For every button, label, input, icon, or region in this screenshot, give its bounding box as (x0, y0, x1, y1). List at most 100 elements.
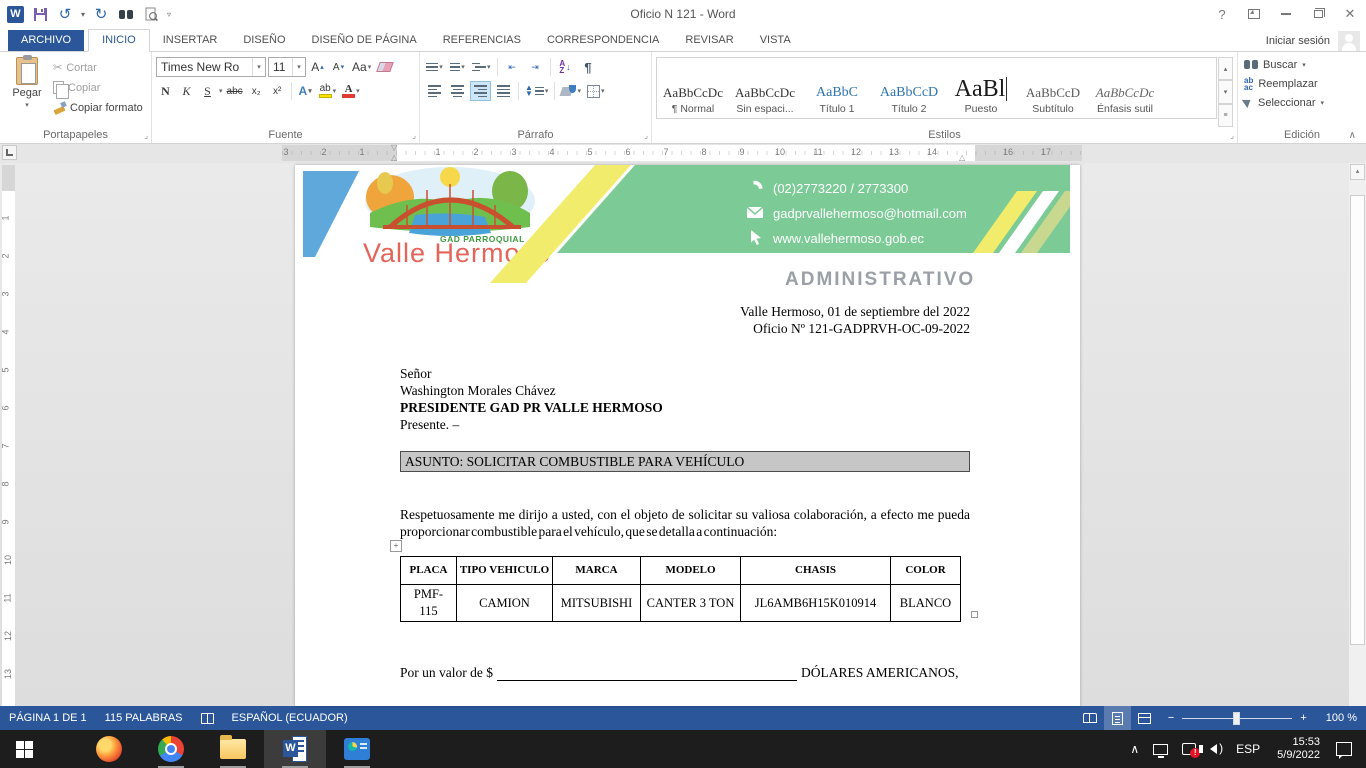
font-color-button[interactable]: A▾ (340, 81, 362, 101)
style-puesto[interactable]: AaBl Puesto (945, 58, 1017, 118)
undo-dropdown-arrow[interactable]: ▾ (81, 10, 85, 19)
redo-button[interactable]: ↻ (92, 5, 110, 23)
grow-font-button[interactable]: A (308, 57, 327, 77)
tab-referencias[interactable]: REFERENCIAS (430, 30, 534, 51)
line-spacing-button[interactable]: ▲▼▾ (523, 81, 550, 101)
cut-button[interactable]: ✂ Cortar (50, 59, 146, 76)
ribbon-display-options-button[interactable] (1238, 0, 1270, 28)
text-effects-button[interactable]: A▾ (296, 81, 315, 101)
help-button[interactable]: ? (1206, 0, 1238, 28)
word-app-icon[interactable]: W (7, 6, 24, 23)
estilos-dialog-launcher[interactable]: ⌟ (1230, 131, 1234, 140)
page-indicator[interactable]: PÁGINA 1 DE 1 (0, 706, 96, 730)
font-family-dropdown-arrow[interactable]: ▾ (252, 58, 265, 76)
horizontal-ruler[interactable]: 3 2 1 1 2 3 4 5 6 7 8 9 10 11 12 13 14 1… (282, 145, 1082, 161)
style-titulo-2[interactable]: AaBbCcD Título 2 (873, 58, 945, 118)
hanging-indent-marker[interactable]: △ (391, 154, 397, 162)
styles-more-button[interactable]: ≡ (1218, 104, 1233, 127)
multilevel-list-button[interactable]: ▾ (470, 57, 493, 77)
first-line-indent-marker[interactable]: ▽ (391, 144, 397, 152)
scrollbar-thumb[interactable] (1350, 195, 1365, 645)
tray-chevron-up[interactable]: ∧ (1123, 742, 1146, 756)
highlight-button[interactable]: ab▾ (317, 81, 339, 101)
tab-insertar[interactable]: INSERTAR (150, 30, 231, 51)
close-button[interactable]: ✕ (1334, 0, 1366, 28)
value-blank[interactable] (497, 667, 797, 681)
vertical-scrollbar[interactable]: ▴ (1349, 163, 1366, 706)
scroll-up-button[interactable]: ▴ (1350, 164, 1365, 180)
print-layout-button[interactable] (1104, 706, 1131, 730)
read-mode-button[interactable] (1077, 706, 1104, 730)
style-sin-espaciado[interactable]: AaBbCcDc Sin espaci... (729, 58, 801, 118)
zoom-level[interactable]: 100 % (1317, 706, 1366, 730)
tab-vista[interactable]: VISTA (747, 30, 804, 51)
taskbar-file-explorer[interactable] (202, 730, 264, 768)
align-center-button[interactable] (447, 81, 468, 101)
taskbar-chrome[interactable] (140, 730, 202, 768)
tab-correspondencia[interactable]: CORRESPONDENCIA (534, 30, 672, 51)
paste-dropdown-arrow[interactable]: ▾ (25, 101, 29, 109)
find-button[interactable] (117, 5, 135, 23)
style-subtitulo[interactable]: AaBbCcD Subtítulo (1017, 58, 1089, 118)
font-family-combobox[interactable]: Times New Ro ▾ (156, 57, 266, 77)
collapse-ribbon-button[interactable]: ∧ (1349, 130, 1356, 141)
style-enfasis-sutil[interactable]: AaBbCcDc Énfasis sutil (1089, 58, 1161, 118)
print-preview-button[interactable] (142, 5, 160, 23)
subscript-button[interactable]: x₂ (247, 81, 266, 101)
word-count[interactable]: 115 PALABRAS (96, 706, 192, 730)
format-painter-button[interactable]: Copiar formato (50, 99, 146, 116)
clock[interactable]: 15:53 5/9/2022 (1267, 736, 1330, 762)
justify-button[interactable] (493, 81, 514, 101)
start-button[interactable] (0, 730, 48, 768)
shrink-font-button[interactable]: A (329, 57, 348, 77)
select-button[interactable]: Seleccionar ▾ (1242, 93, 1362, 112)
strikethrough-button[interactable]: abc (225, 81, 245, 101)
customize-qat-arrow[interactable]: ▿ (167, 10, 171, 19)
taskbar-firefox[interactable] (78, 730, 140, 768)
fuente-dialog-launcher[interactable]: ⌟ (412, 131, 416, 140)
right-indent-marker[interactable]: △ (959, 154, 965, 162)
decrease-indent-button[interactable]: ⇤ (502, 57, 523, 77)
bullets-button[interactable]: ▾ (424, 57, 445, 77)
shading-button[interactable]: ▾ (559, 81, 583, 101)
borders-button[interactable]: ▾ (585, 81, 607, 101)
tab-inicio[interactable]: INICIO (88, 29, 150, 52)
language-indicator[interactable]: ESPAÑOL (ECUADOR) (223, 706, 357, 730)
taskbar-word[interactable]: W (264, 730, 326, 768)
taskbar-app[interactable] (326, 730, 388, 768)
undo-button[interactable]: ↺ (56, 5, 74, 23)
underline-dropdown-arrow[interactable]: ▾ (219, 87, 223, 95)
web-layout-button[interactable] (1131, 706, 1158, 730)
bold-button[interactable]: N (156, 81, 175, 101)
network-icon[interactable] (1146, 744, 1175, 755)
proofing-status[interactable] (192, 706, 223, 730)
tab-revisar[interactable]: REVISAR (672, 30, 746, 51)
parrafo-dialog-launcher[interactable]: ⌟ (644, 131, 648, 140)
style-titulo-1[interactable]: AaBbC Título 1 (801, 58, 873, 118)
sort-button[interactable]: AZ↓ (555, 57, 576, 77)
tab-diseno-de-pagina[interactable]: DISEÑO DE PÁGINA (299, 30, 430, 51)
tab-selector[interactable] (2, 145, 17, 160)
copy-button[interactable]: Copiar (50, 79, 146, 96)
clear-formatting-button[interactable] (375, 57, 394, 77)
change-case-button[interactable]: Aa▾ (350, 57, 373, 77)
action-center-button[interactable] (1336, 742, 1352, 756)
sign-in-area[interactable]: Iniciar sesión (1266, 31, 1360, 51)
tab-diseno[interactable]: DISEÑO (230, 30, 298, 51)
styles-scroll-down[interactable]: ▾ (1218, 80, 1233, 103)
zoom-out-button[interactable]: − (1168, 712, 1174, 724)
volume-icon[interactable] (1203, 744, 1229, 754)
keyboard-language[interactable]: ESP (1229, 742, 1267, 756)
document-page[interactable]: Valle Hermoso GAD PARROQUIAL (02)2773220… (295, 165, 1080, 706)
italic-button[interactable]: K (177, 81, 196, 101)
increase-indent-button[interactable]: ⇥ (525, 57, 546, 77)
style-normal[interactable]: AaBbCcDc ¶ Normal (657, 58, 729, 118)
save-button[interactable] (31, 5, 49, 23)
underline-button[interactable]: S (198, 81, 217, 101)
table-move-handle[interactable]: + (390, 540, 402, 552)
replace-button[interactable]: abac Reemplazar (1242, 74, 1362, 93)
zoom-in-button[interactable]: + (1300, 712, 1306, 724)
minimize-button[interactable] (1270, 0, 1302, 28)
find-button[interactable]: Buscar ▾ (1242, 55, 1362, 74)
align-right-button[interactable] (470, 81, 491, 101)
